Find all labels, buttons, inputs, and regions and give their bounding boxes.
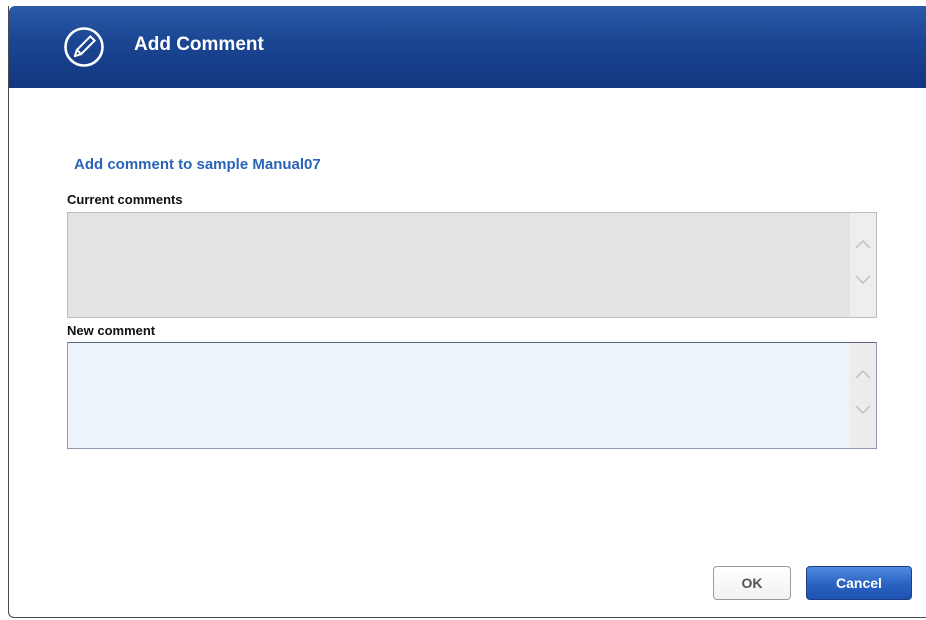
new-comment-scrollbar[interactable] — [850, 343, 876, 448]
dialog-header: Add Comment — [9, 6, 926, 88]
chevron-down-icon[interactable] — [853, 399, 873, 419]
dialog-subtitle: Add comment to sample Manual07 — [74, 156, 321, 173]
new-comment-box[interactable] — [67, 342, 877, 449]
current-comments-label: Current comments — [67, 192, 183, 207]
cancel-button[interactable]: Cancel — [806, 566, 912, 600]
chevron-up-icon[interactable] — [853, 365, 873, 385]
chevron-down-icon[interactable] — [853, 269, 873, 289]
ok-button[interactable]: OK — [713, 566, 791, 600]
new-comment-input[interactable] — [68, 343, 850, 448]
current-comments-scrollbar[interactable] — [850, 213, 876, 317]
chevron-up-icon[interactable] — [853, 235, 873, 255]
current-comments-box — [67, 212, 877, 318]
new-comment-label: New comment — [67, 323, 156, 338]
pencil-circle-icon — [64, 27, 104, 67]
current-comments-text — [68, 213, 850, 317]
add-comment-dialog: Add Comment Add comment to sample Manual… — [8, 6, 926, 618]
dialog-title: Add Comment — [134, 34, 264, 55]
